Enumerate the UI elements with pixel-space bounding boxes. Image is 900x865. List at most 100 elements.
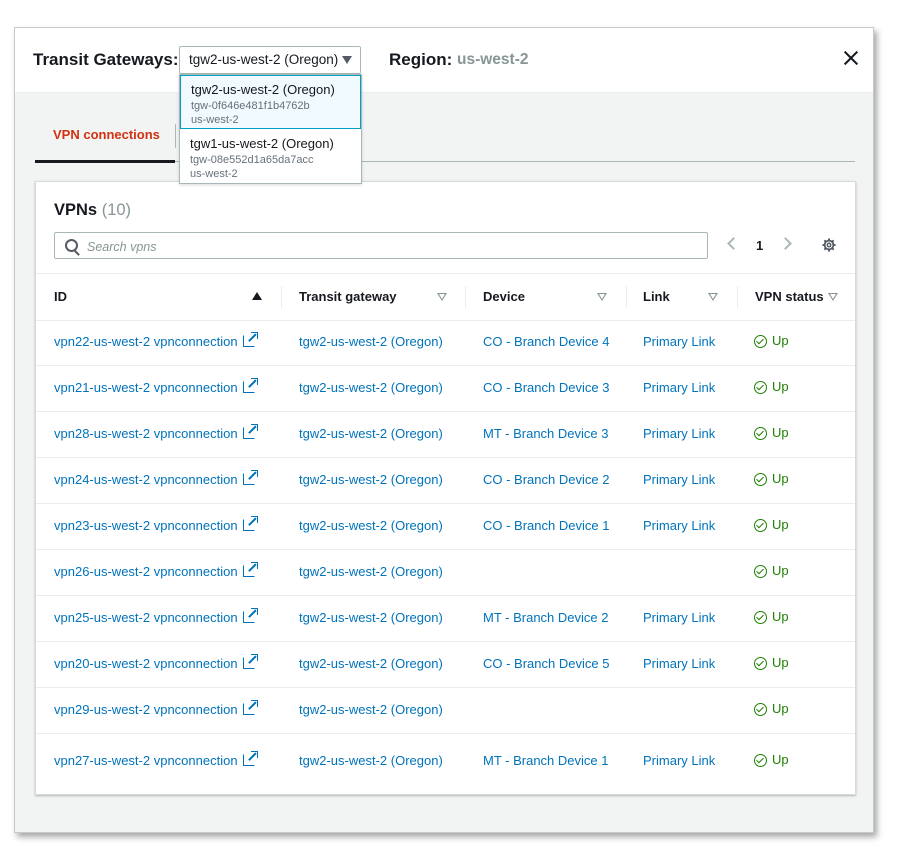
check-circle-icon (754, 519, 767, 532)
vpn-id-text: vpn29-us-west-2 vpnconnection (54, 702, 238, 717)
chevron-right-icon[interactable] (779, 237, 792, 250)
vpn-id-text: vpn20-us-west-2 vpnconnection (54, 656, 238, 671)
vpn-id-link[interactable]: vpn26-us-west-2 vpnconnection (54, 562, 258, 579)
search-box[interactable] (54, 232, 708, 259)
panel-count: (10) (101, 201, 132, 219)
column-header-transit-gateway[interactable]: Transit gateway (281, 274, 465, 320)
column-label: Link (643, 289, 670, 304)
vpn-id-link[interactable]: vpn25-us-west-2 vpnconnection (54, 608, 258, 625)
caret-down-icon (342, 56, 352, 64)
vpn-status-text: Up (772, 379, 789, 394)
column-header-vpn-status[interactable]: VPN status (737, 274, 855, 320)
device-link[interactable]: CO - Branch Device 1 (483, 518, 609, 533)
vpn-id-link[interactable]: vpn21-us-west-2 vpnconnection (54, 378, 258, 395)
dropdown-option-tgw1[interactable]: tgw1-us-west-2 (Oregon) tgw-08e552d1a65d… (180, 130, 361, 184)
column-header-id[interactable]: ID (36, 274, 281, 320)
column-header-link[interactable]: Link (626, 274, 737, 320)
external-link-icon (242, 332, 258, 347)
option-name: tgw1-us-west-2 (Oregon) (190, 136, 334, 151)
table-row: vpn21-us-west-2 vpnconnection tgw2-us-wes… (36, 365, 855, 412)
external-link-icon (242, 654, 258, 669)
search-input[interactable] (85, 236, 689, 257)
device-link[interactable]: CO - Branch Device 2 (483, 472, 609, 487)
vpn-status: Up (754, 655, 789, 670)
vpn-status: Up (754, 701, 789, 716)
gear-icon[interactable] (822, 238, 836, 252)
table-row: vpn20-us-west-2 vpnconnection tgw2-us-wes… (36, 641, 855, 688)
link-link[interactable]: Primary Link (643, 380, 715, 395)
link-link[interactable]: Primary Link (643, 656, 715, 671)
transit-gateway-link[interactable]: tgw2-us-west-2 (Oregon) (299, 380, 443, 395)
table-row: vpn29-us-west-2 vpnconnection tgw2-us-wes… (36, 687, 855, 734)
vpn-status-text: Up (772, 655, 789, 670)
vpn-status: Up (754, 563, 789, 578)
vpn-status: Up (754, 379, 789, 394)
vpn-status-text: Up (772, 517, 789, 532)
vpn-id-link[interactable]: vpn28-us-west-2 vpnconnection (54, 424, 258, 441)
transit-gateway-link[interactable]: tgw2-us-west-2 (Oregon) (299, 426, 443, 441)
transit-gateway-link[interactable]: tgw2-us-west-2 (Oregon) (299, 656, 443, 671)
check-circle-icon (754, 611, 767, 624)
link-link[interactable]: Primary Link (643, 753, 715, 768)
sort-icon (828, 293, 838, 301)
external-link-icon (242, 562, 258, 577)
vpn-status: Up (754, 425, 789, 440)
check-circle-icon (754, 473, 767, 486)
link-link[interactable]: Primary Link (643, 472, 715, 487)
transit-gateway-select[interactable]: tgw2-us-west-2 (Oregon) (179, 46, 361, 74)
close-icon[interactable] (843, 50, 859, 66)
device-link[interactable]: MT - Branch Device 2 (483, 610, 608, 625)
check-circle-icon (754, 427, 767, 440)
link-link[interactable]: Primary Link (643, 334, 715, 349)
sort-icon (437, 293, 447, 301)
transit-gateway-link[interactable]: tgw2-us-west-2 (Oregon) (299, 610, 443, 625)
column-label: Transit gateway (299, 289, 397, 304)
transit-gateway-link[interactable]: tgw2-us-west-2 (Oregon) (299, 472, 443, 487)
external-link-icon (242, 424, 258, 439)
vpn-id-link[interactable]: vpn24-us-west-2 vpnconnection (54, 470, 258, 487)
option-name: tgw2-us-west-2 (Oregon) (191, 82, 335, 97)
transit-gateway-link[interactable]: tgw2-us-west-2 (Oregon) (299, 753, 443, 768)
dropdown-option-tgw2[interactable]: tgw2-us-west-2 (Oregon) tgw-0f646e481f1b… (180, 75, 361, 129)
vpn-status-text: Up (772, 425, 789, 440)
vpn-id-link[interactable]: vpn29-us-west-2 vpnconnection (54, 700, 258, 717)
vpn-status-text: Up (772, 701, 789, 716)
transit-gateway-link[interactable]: tgw2-us-west-2 (Oregon) (299, 518, 443, 533)
option-id: tgw-0f646e481f1b4762b (191, 100, 310, 112)
device-link[interactable]: CO - Branch Device 3 (483, 380, 609, 395)
modal-header: Transit Gateways: tgw2-us-west-2 (Oregon… (15, 28, 873, 93)
check-circle-icon (754, 754, 767, 767)
vpn-id-text: vpn21-us-west-2 vpnconnection (54, 380, 238, 395)
chevron-left-icon[interactable] (727, 237, 740, 250)
panel-title: VPNs (10) (54, 201, 131, 220)
link-link[interactable]: Primary Link (643, 426, 715, 441)
option-region: us-west-2 (190, 168, 238, 180)
column-header-device[interactable]: Device (465, 274, 626, 320)
transit-gateway-link[interactable]: tgw2-us-west-2 (Oregon) (299, 334, 443, 349)
device-link[interactable]: MT - Branch Device 1 (483, 753, 608, 768)
transit-gateway-link[interactable]: tgw2-us-west-2 (Oregon) (299, 564, 443, 579)
vpn-id-link[interactable]: vpn22-us-west-2 vpnconnection (54, 332, 258, 349)
vpn-status-text: Up (772, 471, 789, 486)
device-link[interactable]: CO - Branch Device 4 (483, 334, 609, 349)
table-row: vpn26-us-west-2 vpnconnection tgw2-us-wes… (36, 549, 855, 596)
vpn-id-link[interactable]: vpn23-us-west-2 vpnconnection (54, 516, 258, 533)
tab-vpn-connections[interactable]: VPN connections (35, 110, 175, 163)
vpn-id-text: vpn26-us-west-2 vpnconnection (54, 564, 238, 579)
vpn-status-text: Up (772, 752, 789, 767)
tab-bar: VPN connections (35, 110, 855, 163)
vpn-id-text: vpn27-us-west-2 vpnconnection (54, 753, 238, 768)
check-circle-icon (754, 565, 767, 578)
vpn-status-text: Up (772, 563, 789, 578)
vpn-id-link[interactable]: vpn27-us-west-2 vpnconnection (54, 751, 258, 768)
device-link[interactable]: MT - Branch Device 3 (483, 426, 608, 441)
external-link-icon (242, 608, 258, 623)
device-link[interactable]: CO - Branch Device 5 (483, 656, 609, 671)
check-circle-icon (754, 381, 767, 394)
link-link[interactable]: Primary Link (643, 518, 715, 533)
page-number[interactable]: 1 (756, 238, 763, 253)
external-link-icon (242, 378, 258, 393)
link-link[interactable]: Primary Link (643, 610, 715, 625)
transit-gateway-link[interactable]: tgw2-us-west-2 (Oregon) (299, 702, 443, 717)
vpn-id-link[interactable]: vpn20-us-west-2 vpnconnection (54, 654, 258, 671)
